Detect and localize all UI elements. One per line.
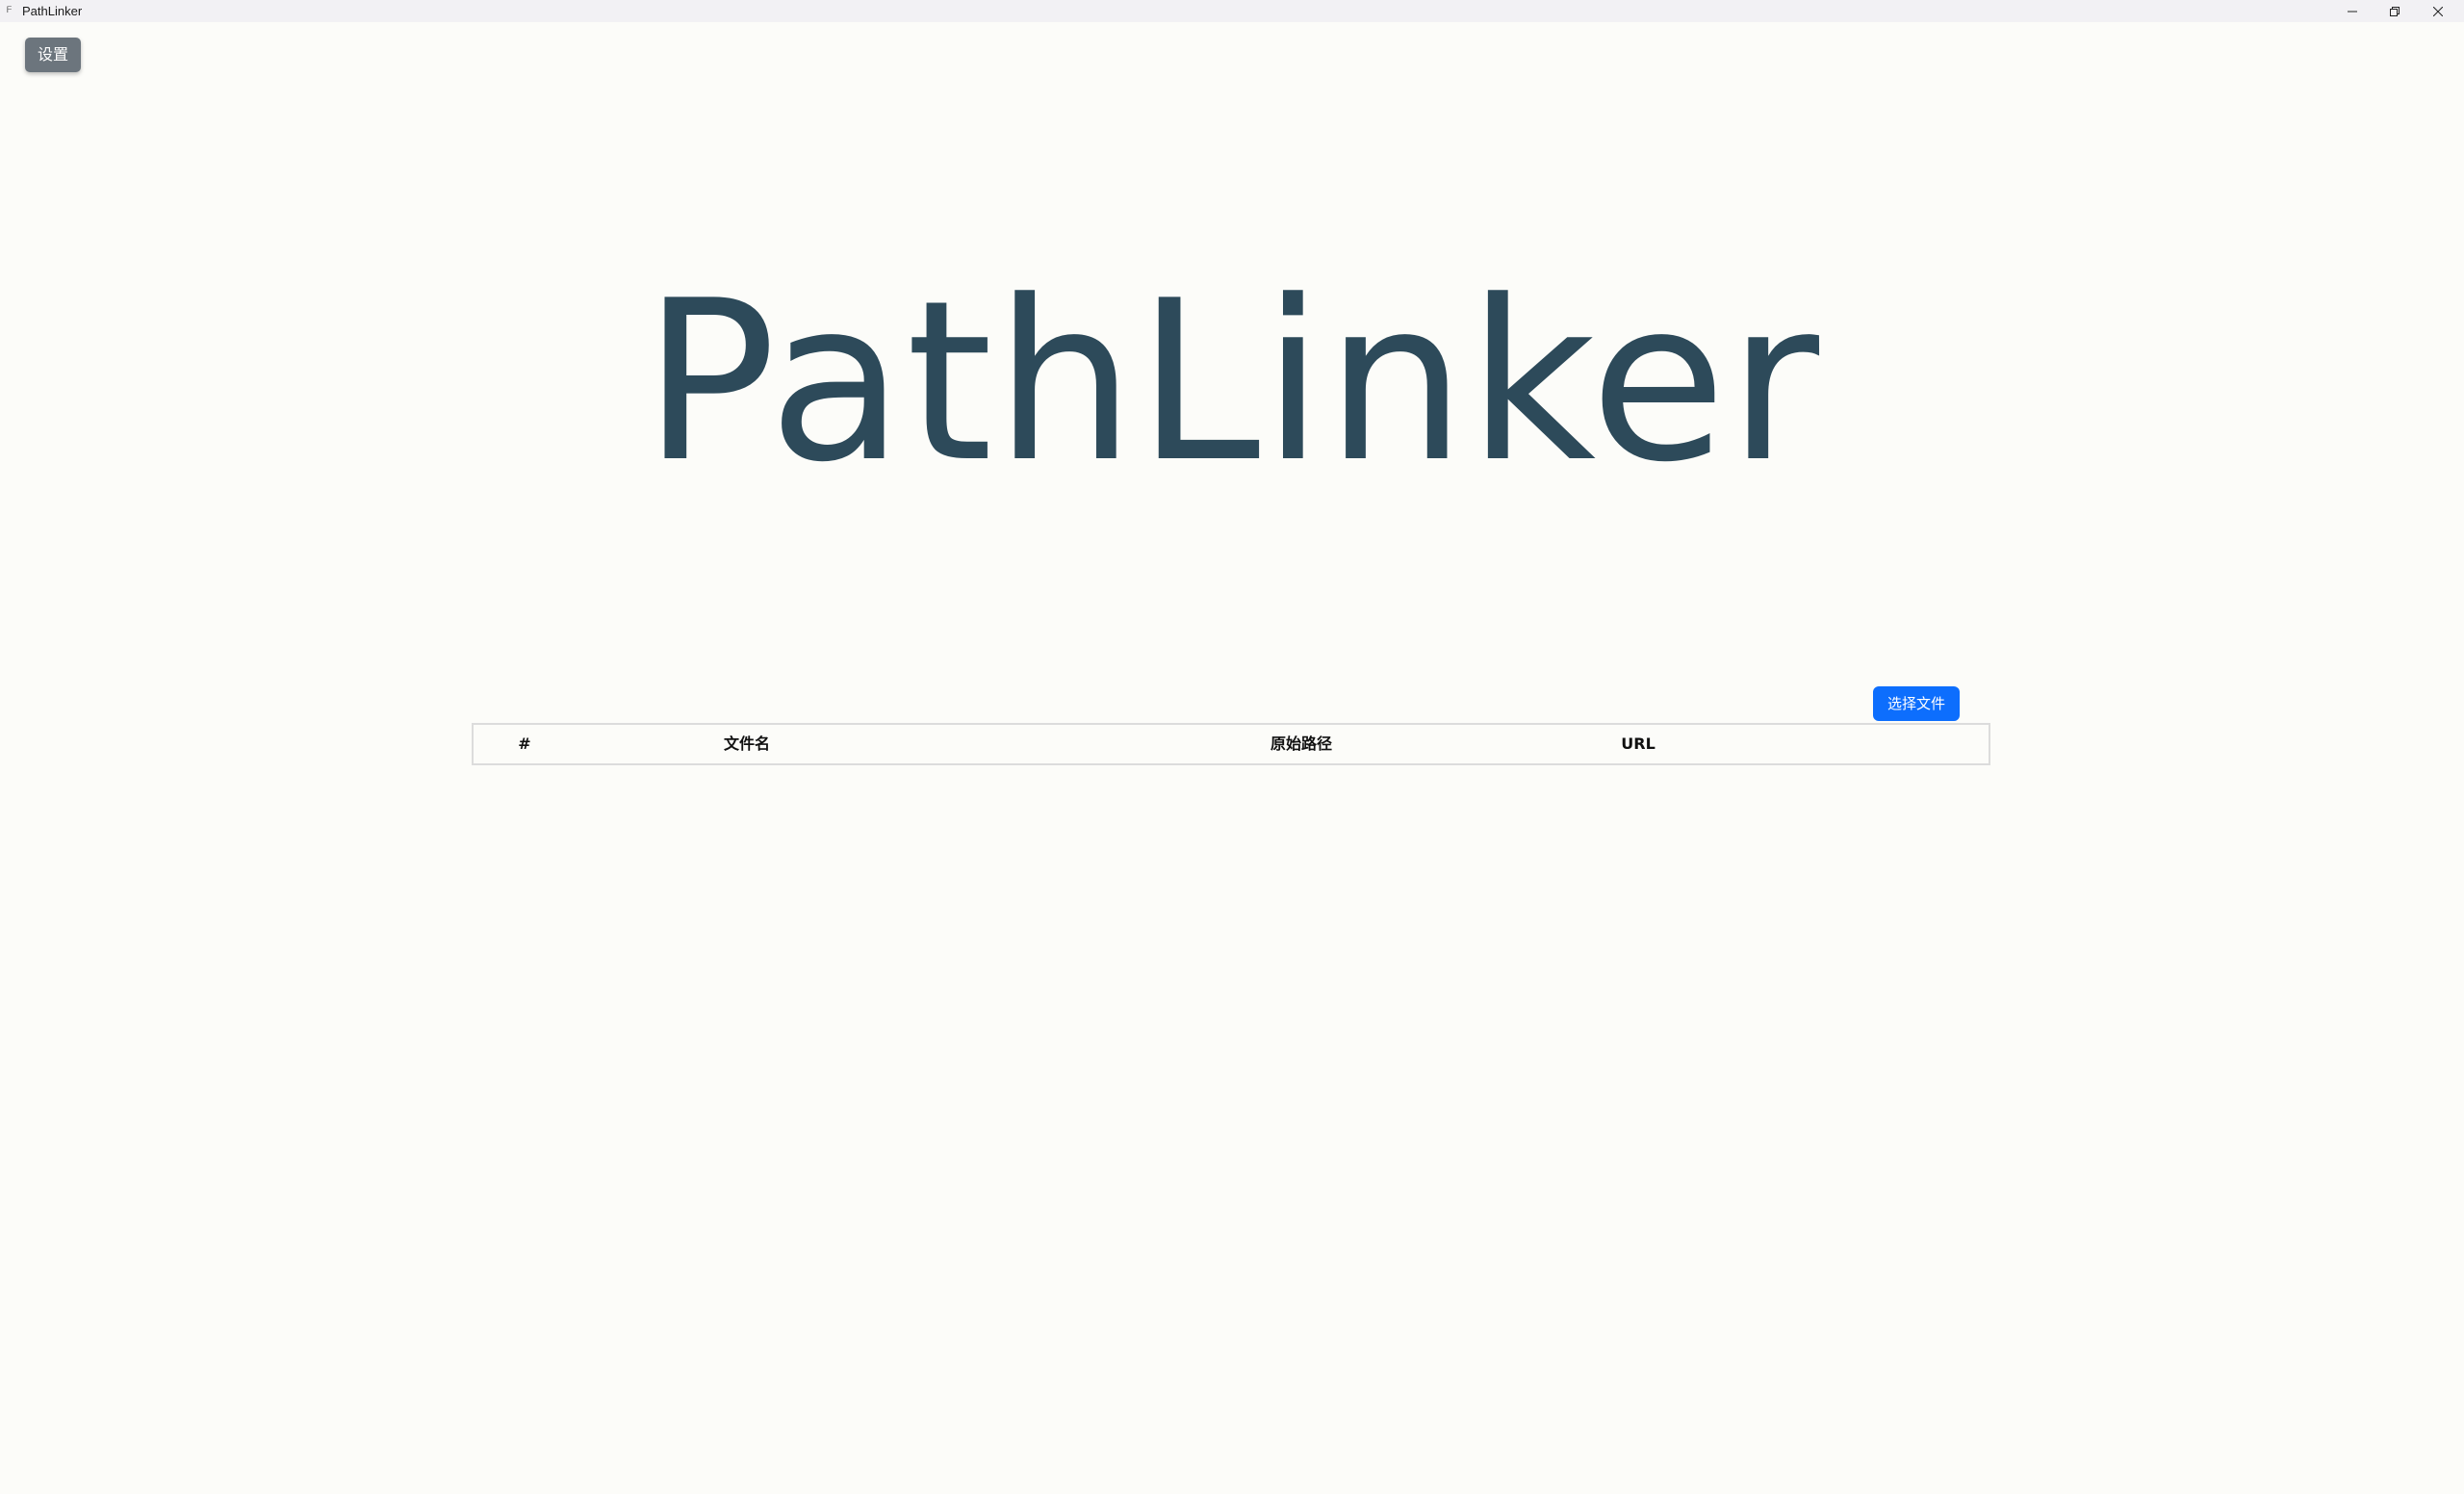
settings-button[interactable]: 设置 [25,38,81,72]
restore-button[interactable] [2373,0,2417,22]
column-header-index: # [518,734,531,753]
column-header-original-path: 原始路径 [1270,734,1333,753]
hero-title: PathLinker [642,254,1822,511]
column-header-url: URL [1621,734,1656,753]
close-icon [2433,6,2443,16]
close-button[interactable] [2416,0,2460,22]
restore-icon [2390,6,2400,16]
app-icon: ᖴ [7,6,13,15]
minimize-icon [2348,11,2357,12]
file-table: # 文件名 原始路径 URL [472,723,1990,765]
title-bar: ᖴ PathLinker [0,0,2464,22]
window-title: PathLinker [22,4,83,18]
column-header-filename: 文件名 [723,734,770,753]
minimize-button[interactable] [2330,0,2374,22]
select-file-button[interactable]: 选择文件 [1873,686,1960,721]
